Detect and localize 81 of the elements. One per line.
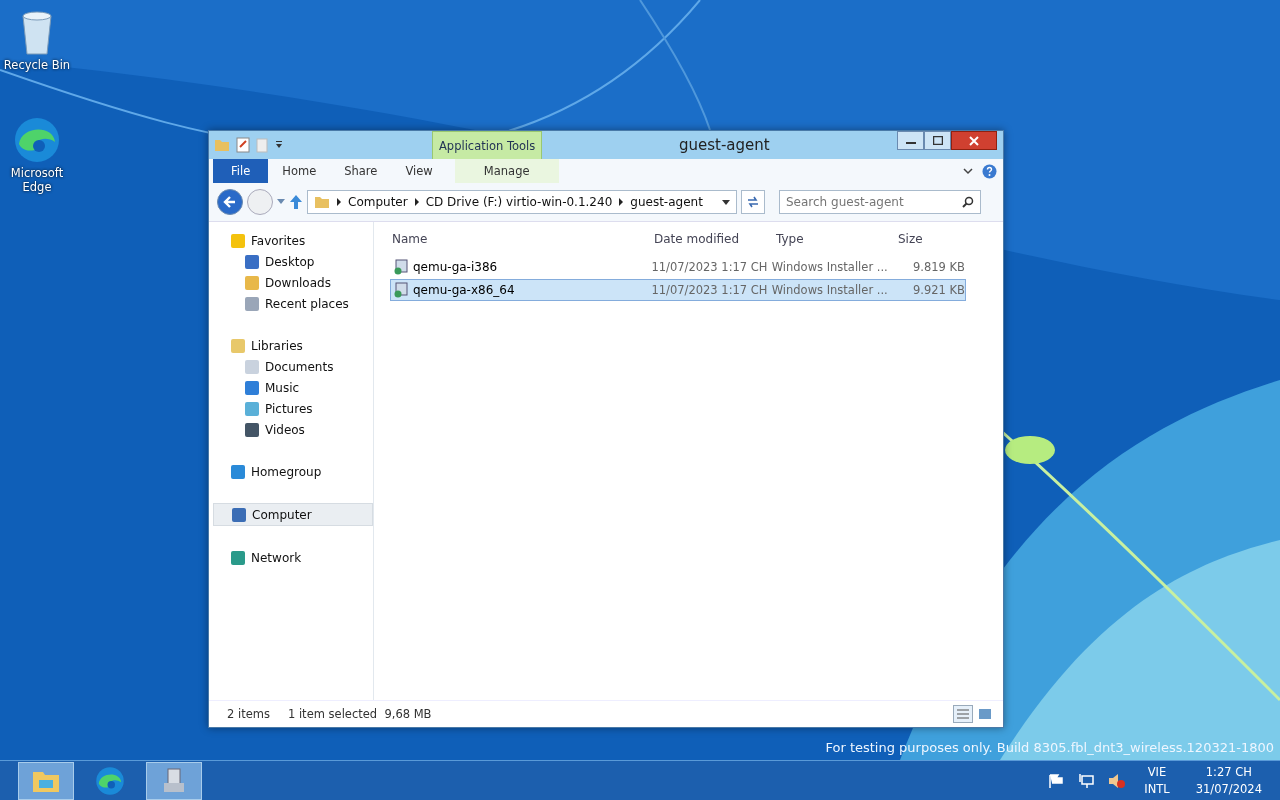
maximize-icon [932, 136, 943, 145]
file-row[interactable]: qemu-ga-x86_64 11/07/2023 1:17 CH Windows Installer ... 9.921 KB [390, 279, 966, 301]
location-icon [231, 464, 245, 479]
folder-icon [245, 275, 259, 290]
desktop-icon-label[interactable]: Microsoft Edge [0, 166, 74, 194]
sidebar-item[interactable]: Videos [213, 419, 373, 440]
context-tab-group-header: Application Tools [432, 131, 543, 159]
search-field[interactable]: Search guest-agent [779, 190, 981, 214]
chevron-icon [618, 198, 625, 206]
clock-time[interactable]: 1:27 CH [1205, 763, 1252, 781]
sidebar-item[interactable]: Recent places [213, 293, 373, 314]
network-icon[interactable] [1078, 772, 1095, 789]
sidebar-item[interactable]: Downloads [213, 272, 373, 293]
back-arrow-icon [223, 195, 237, 209]
status-text: 2 items [227, 707, 270, 721]
maximize-button[interactable] [924, 131, 951, 150]
sidebar-item[interactable]: Pictures [213, 398, 373, 419]
column-header[interactable]: Type [774, 232, 896, 246]
ribbon-tab[interactable]: Share [330, 159, 392, 183]
sidebar-item[interactable]: Music [213, 377, 373, 398]
expand-ribbon-icon[interactable] [962, 166, 974, 176]
search-icon[interactable] [962, 196, 974, 208]
language-indicator[interactable]: VIE [1147, 763, 1167, 781]
address-bar[interactable]: Computer CD Drive (F:) virtio-win-0.1.240 guest-agent [307, 190, 737, 214]
ribbon-tab[interactable]: Manage [454, 159, 559, 183]
recent-locations-icon[interactable] [277, 199, 285, 205]
thumbnail-icon [979, 709, 991, 719]
sidebar-item[interactable]: Network [213, 547, 373, 568]
sidebar-item[interactable]: Desktop [213, 251, 373, 272]
edge-icon [95, 765, 125, 796]
details-view-button[interactable] [953, 705, 973, 723]
location-icon [231, 233, 245, 248]
folder-icon [245, 254, 259, 269]
folder-icon [245, 296, 259, 311]
ribbon-tab[interactable]: View [391, 159, 447, 183]
location-icon [231, 338, 245, 353]
chevron-icon [336, 198, 342, 206]
folder-icon [245, 380, 259, 395]
list-icon [957, 709, 969, 719]
build-watermark-text: For testing purposes only. Build 8305.fbl_dnt3_wireless.120321-1800 [825, 740, 1274, 755]
refresh-icon [746, 195, 760, 209]
sidebar-item[interactable]: Favorites [213, 230, 373, 251]
dropdown-icon [722, 199, 730, 205]
location-icon [231, 550, 245, 565]
refresh-button[interactable] [741, 190, 765, 214]
dropdown-icon[interactable] [274, 140, 284, 150]
folder-icon [314, 195, 330, 209]
folder-icon [245, 422, 259, 437]
file-row[interactable]: qemu-ga-i386 11/07/2023 1:17 CH Windows Installer ... 9.819 KB [390, 256, 966, 278]
folder-icon [245, 359, 259, 374]
ribbon-tab[interactable]: Home [268, 159, 331, 183]
taskbar-app-button[interactable] [18, 761, 74, 800]
properties-icon[interactable] [236, 137, 250, 153]
chevron-icon [413, 198, 420, 206]
window-title: guest-agent [679, 136, 770, 154]
help-icon[interactable] [982, 163, 997, 179]
installer-file-icon [393, 282, 409, 298]
sidebar-item[interactable]: Libraries [213, 335, 373, 356]
status-text: 1 item selected 9,68 MB [287, 707, 432, 721]
clock-date[interactable]: 31/07/2024 [1195, 780, 1262, 798]
ribbon-tab[interactable]: File [213, 159, 269, 183]
language-indicator[interactable]: INTL [1144, 780, 1170, 798]
flag-icon[interactable] [1048, 773, 1065, 788]
column-header[interactable]: Size [896, 232, 972, 246]
close-icon [969, 135, 979, 146]
folder-icon [245, 401, 259, 416]
edge-icon[interactable] [13, 116, 61, 164]
sidebar-item[interactable]: Documents [213, 356, 373, 377]
close-button[interactable] [951, 131, 997, 150]
back-button[interactable] [217, 189, 243, 215]
installer-file-icon [393, 259, 409, 275]
desktop-icon-label[interactable]: Recycle Bin [3, 58, 71, 72]
up-arrow-icon[interactable] [289, 194, 303, 210]
minimize-button[interactable] [897, 131, 924, 150]
column-header[interactable]: Name [390, 232, 652, 246]
sidebar-item[interactable]: Homegroup [213, 461, 373, 482]
sidebar-item[interactable]: Computer [213, 503, 373, 526]
location-icon [232, 507, 246, 522]
muted-speaker-icon[interactable] [1108, 772, 1127, 789]
taskbar-app-button[interactable] [146, 761, 202, 800]
column-header[interactable]: Date modified [652, 232, 774, 246]
